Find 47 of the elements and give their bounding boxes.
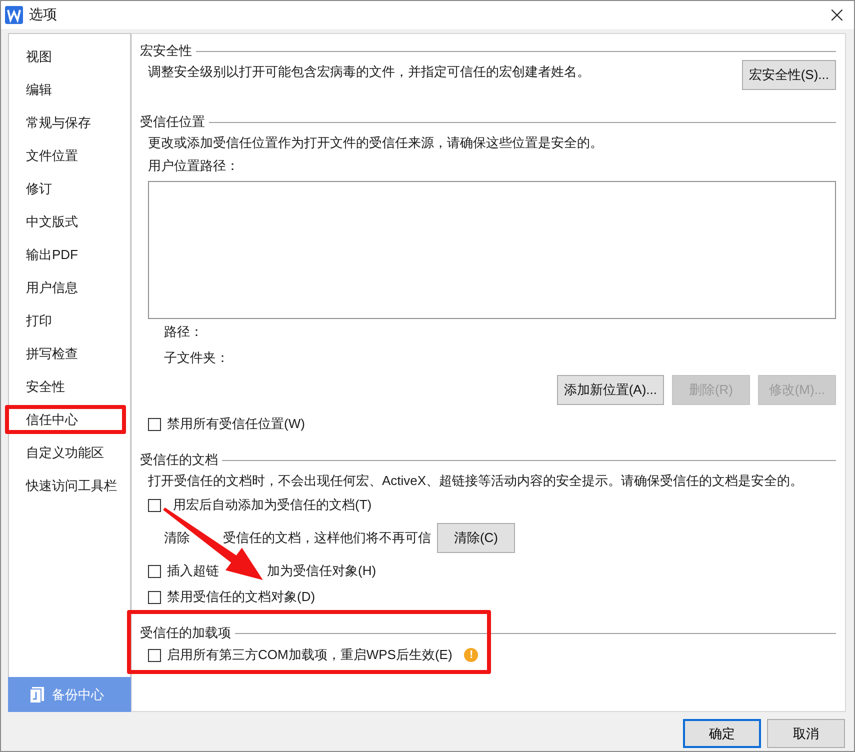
description-text: 调整安全级别以打开可能包含宏病毒的文件，并指定可信任的宏创建者姓名。 bbox=[147, 63, 590, 81]
sidebar-item[interactable]: 修订 bbox=[5, 174, 126, 203]
checkbox[interactable] bbox=[148, 564, 161, 578]
window-title: 选项 bbox=[29, 6, 57, 24]
sidebar-item[interactable]: 视图 bbox=[5, 42, 126, 71]
document-icon bbox=[30, 686, 44, 702]
sidebar-item[interactable]: 文件位置 bbox=[5, 141, 126, 170]
macro-security-button[interactable]: 宏安全性(S)... bbox=[742, 60, 836, 90]
sidebar-item[interactable]: 中文版式 bbox=[5, 207, 126, 236]
info-text: 受信任的文档，这样他们将不再可信 bbox=[223, 529, 431, 547]
sidebar-item[interactable]: 常规与保存 bbox=[5, 108, 126, 137]
info-label: 子文件夹： bbox=[163, 349, 230, 367]
checkbox-label[interactable]: 禁用所有受信任位置(W) bbox=[167, 415, 305, 433]
sidebar-item[interactable]: 编辑 bbox=[5, 75, 126, 104]
info-label: 路径： bbox=[163, 323, 204, 341]
warning-icon: ! bbox=[464, 648, 478, 662]
checkbox-label[interactable]: 禁用受信任的文档对象(D) bbox=[167, 588, 316, 606]
description-text: 打开受信任的文档时，不会出现任何宏、ActiveX、超链接等活动内容的安全提示。请确保受信任的文档是安全的。 bbox=[147, 472, 804, 490]
location-button[interactable]: 添加新位置(A)... bbox=[556, 375, 664, 405]
checkbox-label[interactable]: 用宏后自动添加为受信任的文档(T) bbox=[173, 496, 372, 514]
checkbox-label[interactable]: 启用所有第三方COM加载项，重启WPS后生效(E) bbox=[167, 646, 452, 664]
clear-button[interactable]: 清除(C) bbox=[437, 523, 515, 553]
dialog-button[interactable]: 确定 bbox=[683, 719, 761, 748]
sidebar-item[interactable]: 自定义功能区 bbox=[5, 438, 126, 467]
section-heading: 受信任的文档 bbox=[140, 451, 218, 469]
section-heading: 受信任位置 bbox=[140, 113, 205, 131]
sidebar-item[interactable]: 安全性 bbox=[5, 372, 126, 401]
sidebar-item[interactable]: 打印 bbox=[5, 306, 126, 335]
checkbox[interactable] bbox=[148, 590, 161, 604]
sidebar-item[interactable]: 信任中心 bbox=[5, 405, 126, 434]
checkbox[interactable] bbox=[148, 648, 161, 662]
info-text: 清除 bbox=[164, 529, 190, 547]
section-heading: 宏安全性 bbox=[140, 42, 192, 60]
description-text: 用户位置路径： bbox=[147, 157, 240, 175]
sidebar-item[interactable]: 拼写检查 bbox=[5, 339, 126, 368]
sidebar-item[interactable]: 输出PDF bbox=[5, 240, 126, 269]
section-heading: 受信任的加载项 bbox=[140, 624, 231, 642]
checkbox-label[interactable]: 插入超链 bbox=[167, 562, 219, 580]
sidebar-item[interactable]: 用户信息 bbox=[5, 273, 126, 302]
checkbox-label[interactable]: 加为受信任对象(H) bbox=[267, 562, 376, 580]
checkbox[interactable] bbox=[148, 418, 161, 430]
checkbox[interactable] bbox=[148, 498, 161, 512]
close-button[interactable]: × bbox=[820, 1, 854, 29]
description-text: 更改或添加受信任位置作为打开文件的受信任来源，请确保这些位置是安全的。 bbox=[147, 134, 604, 152]
sidebar-item[interactable]: 快速访问工具栏 bbox=[5, 471, 126, 500]
dialog-button[interactable]: 取消 bbox=[767, 719, 845, 748]
app-logo-icon bbox=[5, 6, 23, 24]
